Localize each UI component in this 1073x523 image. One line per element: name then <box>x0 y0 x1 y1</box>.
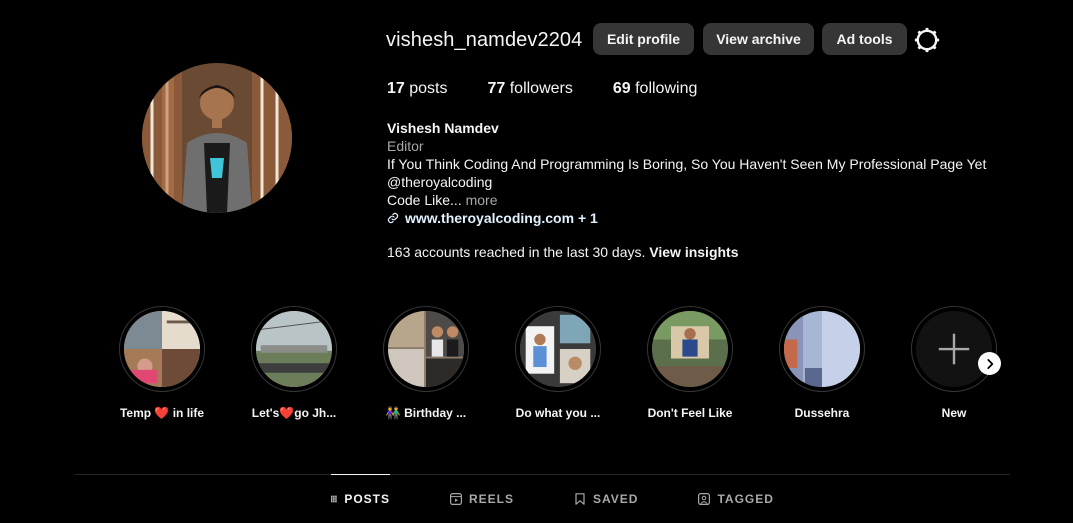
profile-username: vishesh_namdev2204 <box>386 29 583 51</box>
highlight-cover <box>256 311 332 387</box>
highlight-label: New <box>904 406 1004 420</box>
highlight-label-text: New <box>941 406 967 420</box>
bio-website-link[interactable]: www.theroyalcoding.com + 1 <box>387 209 1027 227</box>
bio-line-truncated: Code Like... more <box>387 191 1027 209</box>
highlight-cover <box>388 311 464 387</box>
highlight-ring <box>911 306 997 392</box>
bio-line: If You Think Coding And Programming Is B… <box>387 156 987 172</box>
insights-banner: 163 accounts reached in the last 30 days… <box>387 244 739 260</box>
highlight-label-text: Don't Feel Like <box>647 406 733 420</box>
tab-label: SAVED <box>593 491 639 506</box>
edit-profile-button[interactable]: Edit profile <box>593 23 694 55</box>
highlight-ring <box>515 306 601 392</box>
tab-saved[interactable]: SAVED <box>574 474 638 523</box>
highlight-ring <box>251 306 337 392</box>
bio-line-text: Code Like... <box>387 192 462 208</box>
highlight-label: Dussehra <box>772 406 872 420</box>
posts-count: 17 <box>387 80 405 97</box>
link-icon <box>387 212 399 224</box>
highlight-ring <box>779 306 865 392</box>
grid-icon <box>331 495 338 502</box>
bookmark-icon <box>575 492 585 505</box>
insights-text: 163 accounts reached in the last 30 days… <box>387 244 650 260</box>
gear-icon[interactable] <box>914 27 940 53</box>
highlight-label-text: in life <box>169 406 205 420</box>
followers-label: followers <box>505 80 573 97</box>
highlight-item[interactable]: Temp ❤️ in life <box>112 306 212 420</box>
profile-category: Editor <box>387 138 424 154</box>
profile-page: vishesh_namdev2204 Edit profile View arc… <box>0 0 1073 523</box>
followers-stat[interactable]: 77 followers <box>487 80 572 98</box>
profile-tabs: POSTS REELS SAVED TAGGED <box>331 474 774 523</box>
highlight-item[interactable]: Do what you ... <box>508 306 608 420</box>
profile-avatar[interactable] <box>142 63 292 213</box>
tab-label: REELS <box>469 491 515 506</box>
tab-reels[interactable]: REELS <box>450 474 514 523</box>
tab-label: TAGGED <box>717 491 774 506</box>
highlight-ring <box>647 306 733 392</box>
story-highlights: Temp ❤️ in life Let's❤️go Jh... 👫 Birthd… <box>112 306 1012 426</box>
followers-count: 77 <box>487 80 506 97</box>
bio-website-text: www.theroyalcoding.com + 1 <box>405 210 598 226</box>
highlight-ring <box>119 306 205 392</box>
highlight-label-text: Temp <box>119 406 155 420</box>
highlight-item[interactable]: 👫 Birthday ... <box>376 306 476 420</box>
tab-label: POSTS <box>344 491 390 506</box>
chevron-right-icon[interactable] <box>978 352 1001 375</box>
highlight-label: 👫 Birthday ... <box>376 406 476 420</box>
highlight-label-text: Do what you ... <box>515 406 601 420</box>
bio-line: @theroyalcoding <box>387 174 493 190</box>
full-name: Vishesh Namdev <box>387 120 499 136</box>
view-archive-button[interactable]: View archive <box>703 23 814 55</box>
highlight-item[interactable]: Let's❤️go Jh... <box>244 306 344 420</box>
heart-emoji: ❤️ <box>154 406 170 420</box>
highlight-item[interactable]: Dussehra <box>772 306 872 420</box>
posts-label: posts <box>404 80 448 97</box>
highlight-cover <box>652 311 728 387</box>
highlight-label-text: Let's <box>251 406 280 420</box>
tab-tagged[interactable]: TAGGED <box>698 474 773 523</box>
plus-icon <box>916 311 992 387</box>
following-label: following <box>630 80 698 97</box>
highlight-label: Do what you ... <box>508 406 608 420</box>
tab-posts[interactable]: POSTS <box>331 474 390 523</box>
highlight-label-text: go Jh... <box>294 406 337 420</box>
highlight-label: Don't Feel Like <box>640 406 740 420</box>
following-count: 69 <box>612 80 631 97</box>
profile-stats: 17 posts 77 followers 69 following <box>387 80 737 98</box>
reels-icon <box>450 492 462 505</box>
highlight-label: Let's❤️go Jh... <box>244 406 344 420</box>
highlight-label: Temp ❤️ in life <box>112 406 212 420</box>
view-insights-link[interactable]: View insights <box>649 244 738 260</box>
heart-emoji: ❤️ <box>279 406 295 420</box>
highlight-cover <box>784 311 860 387</box>
bio-more-link[interactable]: more <box>462 192 498 208</box>
profile-bio: Vishesh Namdev Editor If You Think Codin… <box>387 119 1027 227</box>
highlight-label-text: Dussehra <box>794 406 850 420</box>
tagged-user-icon <box>698 492 711 505</box>
posts-stat: 17 posts <box>387 80 447 98</box>
highlight-ring <box>383 306 469 392</box>
highlight-item[interactable]: Don't Feel Like <box>640 306 740 420</box>
highlight-cover <box>124 311 200 387</box>
highlight-cover <box>520 311 596 387</box>
ad-tools-button[interactable]: Ad tools <box>822 23 907 55</box>
highlight-label-text: 👫 Birthday ... <box>385 406 467 420</box>
following-stat[interactable]: 69 following <box>613 80 698 98</box>
